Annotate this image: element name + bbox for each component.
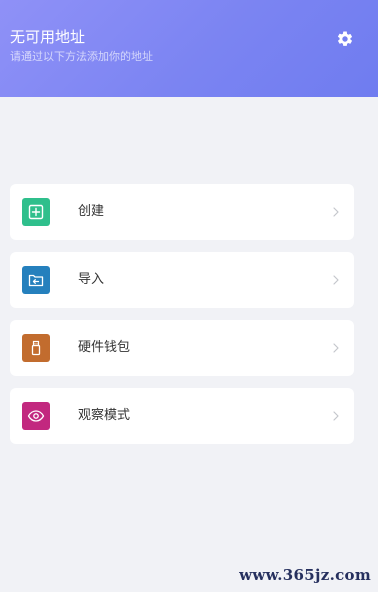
menu-item-watch-mode[interactable]: 观察模式 — [10, 388, 354, 444]
chevron-right-icon — [333, 411, 339, 421]
eye-glyph — [27, 410, 45, 422]
watermark: www.365jz.com — [239, 566, 371, 584]
eye-icon — [22, 402, 50, 430]
menu-item-create[interactable]: 创建 — [10, 184, 354, 240]
menu-item-label: 导入 — [78, 272, 105, 287]
menu-item-hardware-wallet[interactable]: 硬件钱包 — [10, 320, 354, 376]
chevron-right-icon — [333, 275, 339, 285]
settings-button[interactable] — [335, 29, 355, 49]
page-subtitle: 请通过以下方法添加你的地址 — [10, 50, 153, 63]
usb-drive-glyph — [31, 340, 41, 356]
menu-item-label: 硬件钱包 — [78, 340, 131, 355]
plus-square-glyph — [28, 204, 44, 220]
plus-square-icon — [22, 198, 50, 226]
page-title: 无可用地址 — [10, 28, 86, 46]
chevron-right-icon — [333, 343, 339, 353]
chevron-right-icon — [333, 207, 339, 217]
menu-item-import[interactable]: 导入 — [10, 252, 354, 308]
menu-item-label: 观察模式 — [78, 408, 131, 423]
wallet-options-list: 创建 导入 硬件钱包 观察模式 — [10, 184, 354, 456]
folder-import-icon — [22, 266, 50, 294]
gear-icon — [337, 31, 353, 46]
usb-drive-icon — [22, 334, 50, 362]
folder-import-glyph — [28, 274, 44, 287]
menu-item-label: 创建 — [78, 204, 105, 219]
header: 无可用地址 请通过以下方法添加你的地址 — [0, 0, 378, 97]
